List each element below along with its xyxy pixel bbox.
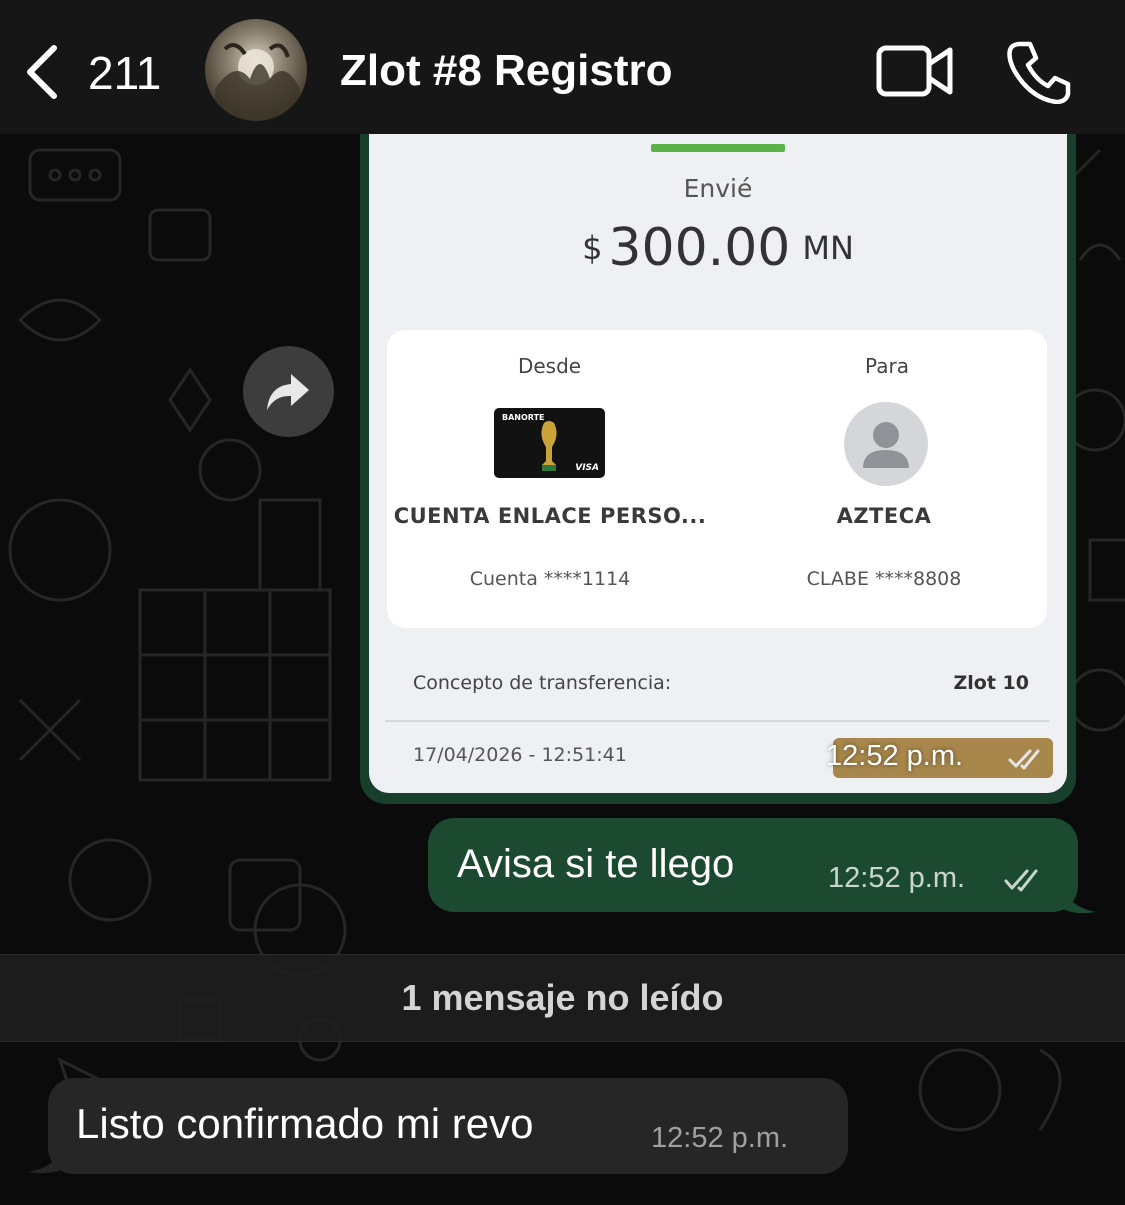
outgoing-message-bubble[interactable]: Avisa si te llego 12:52 p.m. <box>428 818 1078 912</box>
unread-divider-label: 1 mensaje no leído <box>401 977 724 1018</box>
unread-chats-count[interactable]: 211 <box>88 46 161 100</box>
unread-divider: 1 mensaje no leído <box>0 954 1125 1042</box>
receipt-accent-bar <box>651 144 785 152</box>
image-message-bubble[interactable]: Envié $300.00 MN Desde Para BANORTE VISA … <box>360 126 1076 804</box>
transfer-datetime: 17/04/2026 - 12:51:41 <box>413 744 627 766</box>
receipt-sent-label: Envié <box>683 174 753 203</box>
outgoing-message-time: 12:52 p.m. <box>828 862 966 894</box>
transfer-accounts-card: Desde Para BANORTE VISA CUENTA ENLACE PE… <box>387 330 1047 628</box>
incoming-message-bubble[interactable]: Listo confirmado mi revo 12:52 p.m. <box>48 1078 848 1174</box>
amount-value: 300.00 <box>608 218 791 278</box>
double-check-icon <box>1004 869 1038 892</box>
chat-header: 211 Zlot #8 Registro <box>0 0 1125 134</box>
back-chevron-icon[interactable] <box>22 44 62 100</box>
to-account-number: CLABE ****8808 <box>806 568 962 590</box>
image-message-time: 12:52 p.m. <box>826 740 964 772</box>
double-check-icon <box>1008 749 1040 770</box>
concept-value: Zlot 10 <box>953 672 1029 694</box>
trophy-icon <box>541 421 557 471</box>
forward-button[interactable] <box>243 346 334 437</box>
video-call-icon[interactable] <box>876 42 954 100</box>
transfer-receipt-image: Envié $300.00 MN Desde Para BANORTE VISA … <box>369 126 1067 793</box>
to-label: Para <box>865 354 909 378</box>
outgoing-message-text: Avisa si te llego <box>457 842 735 886</box>
person-icon <box>844 402 928 486</box>
from-label: Desde <box>517 354 582 378</box>
to-account-name: AZTECA <box>836 504 932 528</box>
receipt-amount: $300.00 MN <box>369 218 1067 278</box>
phone-call-icon[interactable] <box>1006 40 1072 104</box>
incoming-message-time: 12:52 p.m. <box>651 1122 789 1154</box>
from-account-name: CUENTA ENLACE PERSO... <box>393 504 707 528</box>
from-account-number: Cuenta ****1114 <box>469 568 631 590</box>
chat-title[interactable]: Zlot #8 Registro <box>340 46 673 96</box>
concept-label: Concepto de transferencia: <box>413 672 672 694</box>
card-network: VISA <box>575 463 599 473</box>
incoming-message-text: Listo confirmado mi revo <box>76 1100 534 1147</box>
currency-code: MN <box>802 229 854 267</box>
bank-card-image: BANORTE VISA <box>494 408 605 478</box>
group-avatar[interactable] <box>205 19 307 121</box>
receipt-divider <box>385 720 1049 722</box>
forward-icon <box>267 374 309 410</box>
currency-symbol: $ <box>582 229 603 267</box>
